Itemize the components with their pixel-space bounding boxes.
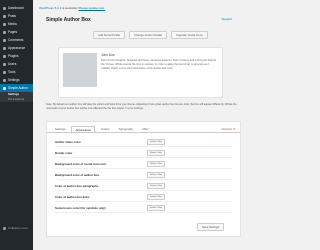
dashboard-icon xyxy=(3,6,6,10)
sidebar-item-plugins[interactable]: Plugins xyxy=(0,52,33,60)
setting-row: Author name color Select Color xyxy=(55,138,232,147)
author-name[interactable]: John Doe xyxy=(101,53,115,57)
setting-row: Background color of author box Select Col… xyxy=(55,171,232,180)
update-now-link[interactable]: Please update now. xyxy=(79,6,105,10)
author-icon xyxy=(3,86,6,90)
notice-text: is available! xyxy=(61,6,79,10)
sidebar-item-settings[interactable]: Settings xyxy=(0,76,33,84)
update-notice: WordPress 5.1.1 is available! Please upd… xyxy=(39,6,105,10)
sidebar-item-tools[interactable]: Tools xyxy=(0,68,33,76)
author-description: Don't let the thoughts, fantasies and ho… xyxy=(101,59,216,70)
setting-label: Background color of social icons bar xyxy=(55,162,106,166)
sidebar-item-label: Posts xyxy=(8,14,16,18)
setting-row: Border color Select Color xyxy=(55,149,232,158)
sidebar-item-posts[interactable]: Posts xyxy=(0,12,33,20)
notice-version-link[interactable]: WordPress 5.1.1 xyxy=(39,6,61,10)
page-title: Simple Author Box xyxy=(46,17,91,23)
sidebar-item-comments[interactable]: Comments xyxy=(0,36,33,44)
author-box-preview: John Doe Don't let the thoughts, fantasi… xyxy=(58,47,223,98)
setting-label: Social icons color (for symbols only) xyxy=(55,206,106,210)
sidebar-item-label: Simple Author xyxy=(8,86,28,90)
sidebar-item-label: Plugins xyxy=(8,54,19,58)
appearance-note: Note: By default our author box will tak… xyxy=(46,103,237,110)
sidebar-item-label: Comments xyxy=(8,38,24,42)
sidebar-item-label: Pages xyxy=(8,30,18,34)
sidebar-item-pages[interactable]: Pages xyxy=(0,28,33,36)
avatar xyxy=(63,53,97,87)
sidebar-item-label: Media xyxy=(8,22,17,26)
setting-label: Border color xyxy=(55,151,73,155)
select-color-button[interactable]: Select Color xyxy=(147,172,165,178)
collapse-icon xyxy=(3,226,6,230)
collapse-label: Collapse menu xyxy=(8,226,29,230)
action-buttons: Add Social Profile Change Author Details… xyxy=(93,31,208,39)
setting-label: Color of author box links xyxy=(55,195,90,199)
tools-icon xyxy=(3,70,6,74)
settings-panel: Settings Appearance Colors Typography Mi… xyxy=(46,121,241,237)
setting-row: Social icons color (for symbols only) Sel… xyxy=(55,204,232,213)
sidebar-item-appearance[interactable]: Appearance xyxy=(0,44,33,52)
posts-icon xyxy=(3,14,6,18)
sidebar-submenu: Settings Pro Features xyxy=(0,92,33,102)
save-settings-button[interactable]: Save Settings xyxy=(197,223,225,231)
sidebar-item-simple-author[interactable]: Simple Author xyxy=(0,84,33,92)
sidebar-item-dashboard[interactable]: Dashboard xyxy=(0,4,33,12)
upgrade-social-icons-button[interactable]: Upgrade Social Icons xyxy=(171,31,208,39)
main-content: WordPress 5.1.1 is available! Please upd… xyxy=(33,0,250,250)
setting-row: Color of author box links Select Color xyxy=(55,193,232,202)
select-color-button[interactable]: Select Color xyxy=(147,139,165,145)
setting-row: Background color of social icons bar Sele… xyxy=(55,160,232,169)
plugins-icon xyxy=(3,54,6,58)
change-author-details-button[interactable]: Change Author Details xyxy=(129,31,168,39)
sidebar-item-label: Appearance xyxy=(8,46,26,50)
sidebar-item-media[interactable]: Media xyxy=(0,20,33,28)
setting-label: Author name color xyxy=(55,140,81,144)
select-color-button[interactable]: Select Color xyxy=(147,205,165,211)
tab-divider xyxy=(47,132,240,133)
support-link[interactable]: Support xyxy=(221,17,232,21)
setting-row: Color of author box paragraphs Select Col… xyxy=(55,182,232,191)
setting-label: Background color of author box xyxy=(55,173,100,177)
media-icon xyxy=(3,22,6,26)
sidebar-item-label: Users xyxy=(8,62,17,66)
sidebar-item-label: Settings xyxy=(8,78,20,82)
select-color-button[interactable]: Select Color xyxy=(147,150,165,156)
reset-defaults-link[interactable]: Defaults ↺ xyxy=(222,127,235,131)
pages-icon xyxy=(3,30,6,34)
select-color-button[interactable]: Select Color xyxy=(147,183,165,189)
settings-icon xyxy=(3,78,6,82)
users-icon xyxy=(3,62,6,66)
admin-sidebar: Dashboard Posts Media Pages Comments App… xyxy=(0,0,33,250)
collapse-menu-button[interactable]: Collapse menu xyxy=(3,226,28,230)
sidebar-item-users[interactable]: Users xyxy=(0,60,33,68)
comments-icon xyxy=(3,38,6,42)
sidebar-item-label: Tools xyxy=(8,70,16,74)
sidebar-subitem-pro[interactable]: Pro Features xyxy=(0,97,33,102)
select-color-button[interactable]: Select Color xyxy=(147,194,165,200)
add-social-profile-button[interactable]: Add Social Profile xyxy=(93,31,126,39)
sidebar-item-label: Dashboard xyxy=(8,6,24,10)
setting-label: Color of author box paragraphs xyxy=(55,184,99,188)
appearance-icon xyxy=(3,46,6,50)
select-color-button[interactable]: Select Color xyxy=(147,161,165,167)
